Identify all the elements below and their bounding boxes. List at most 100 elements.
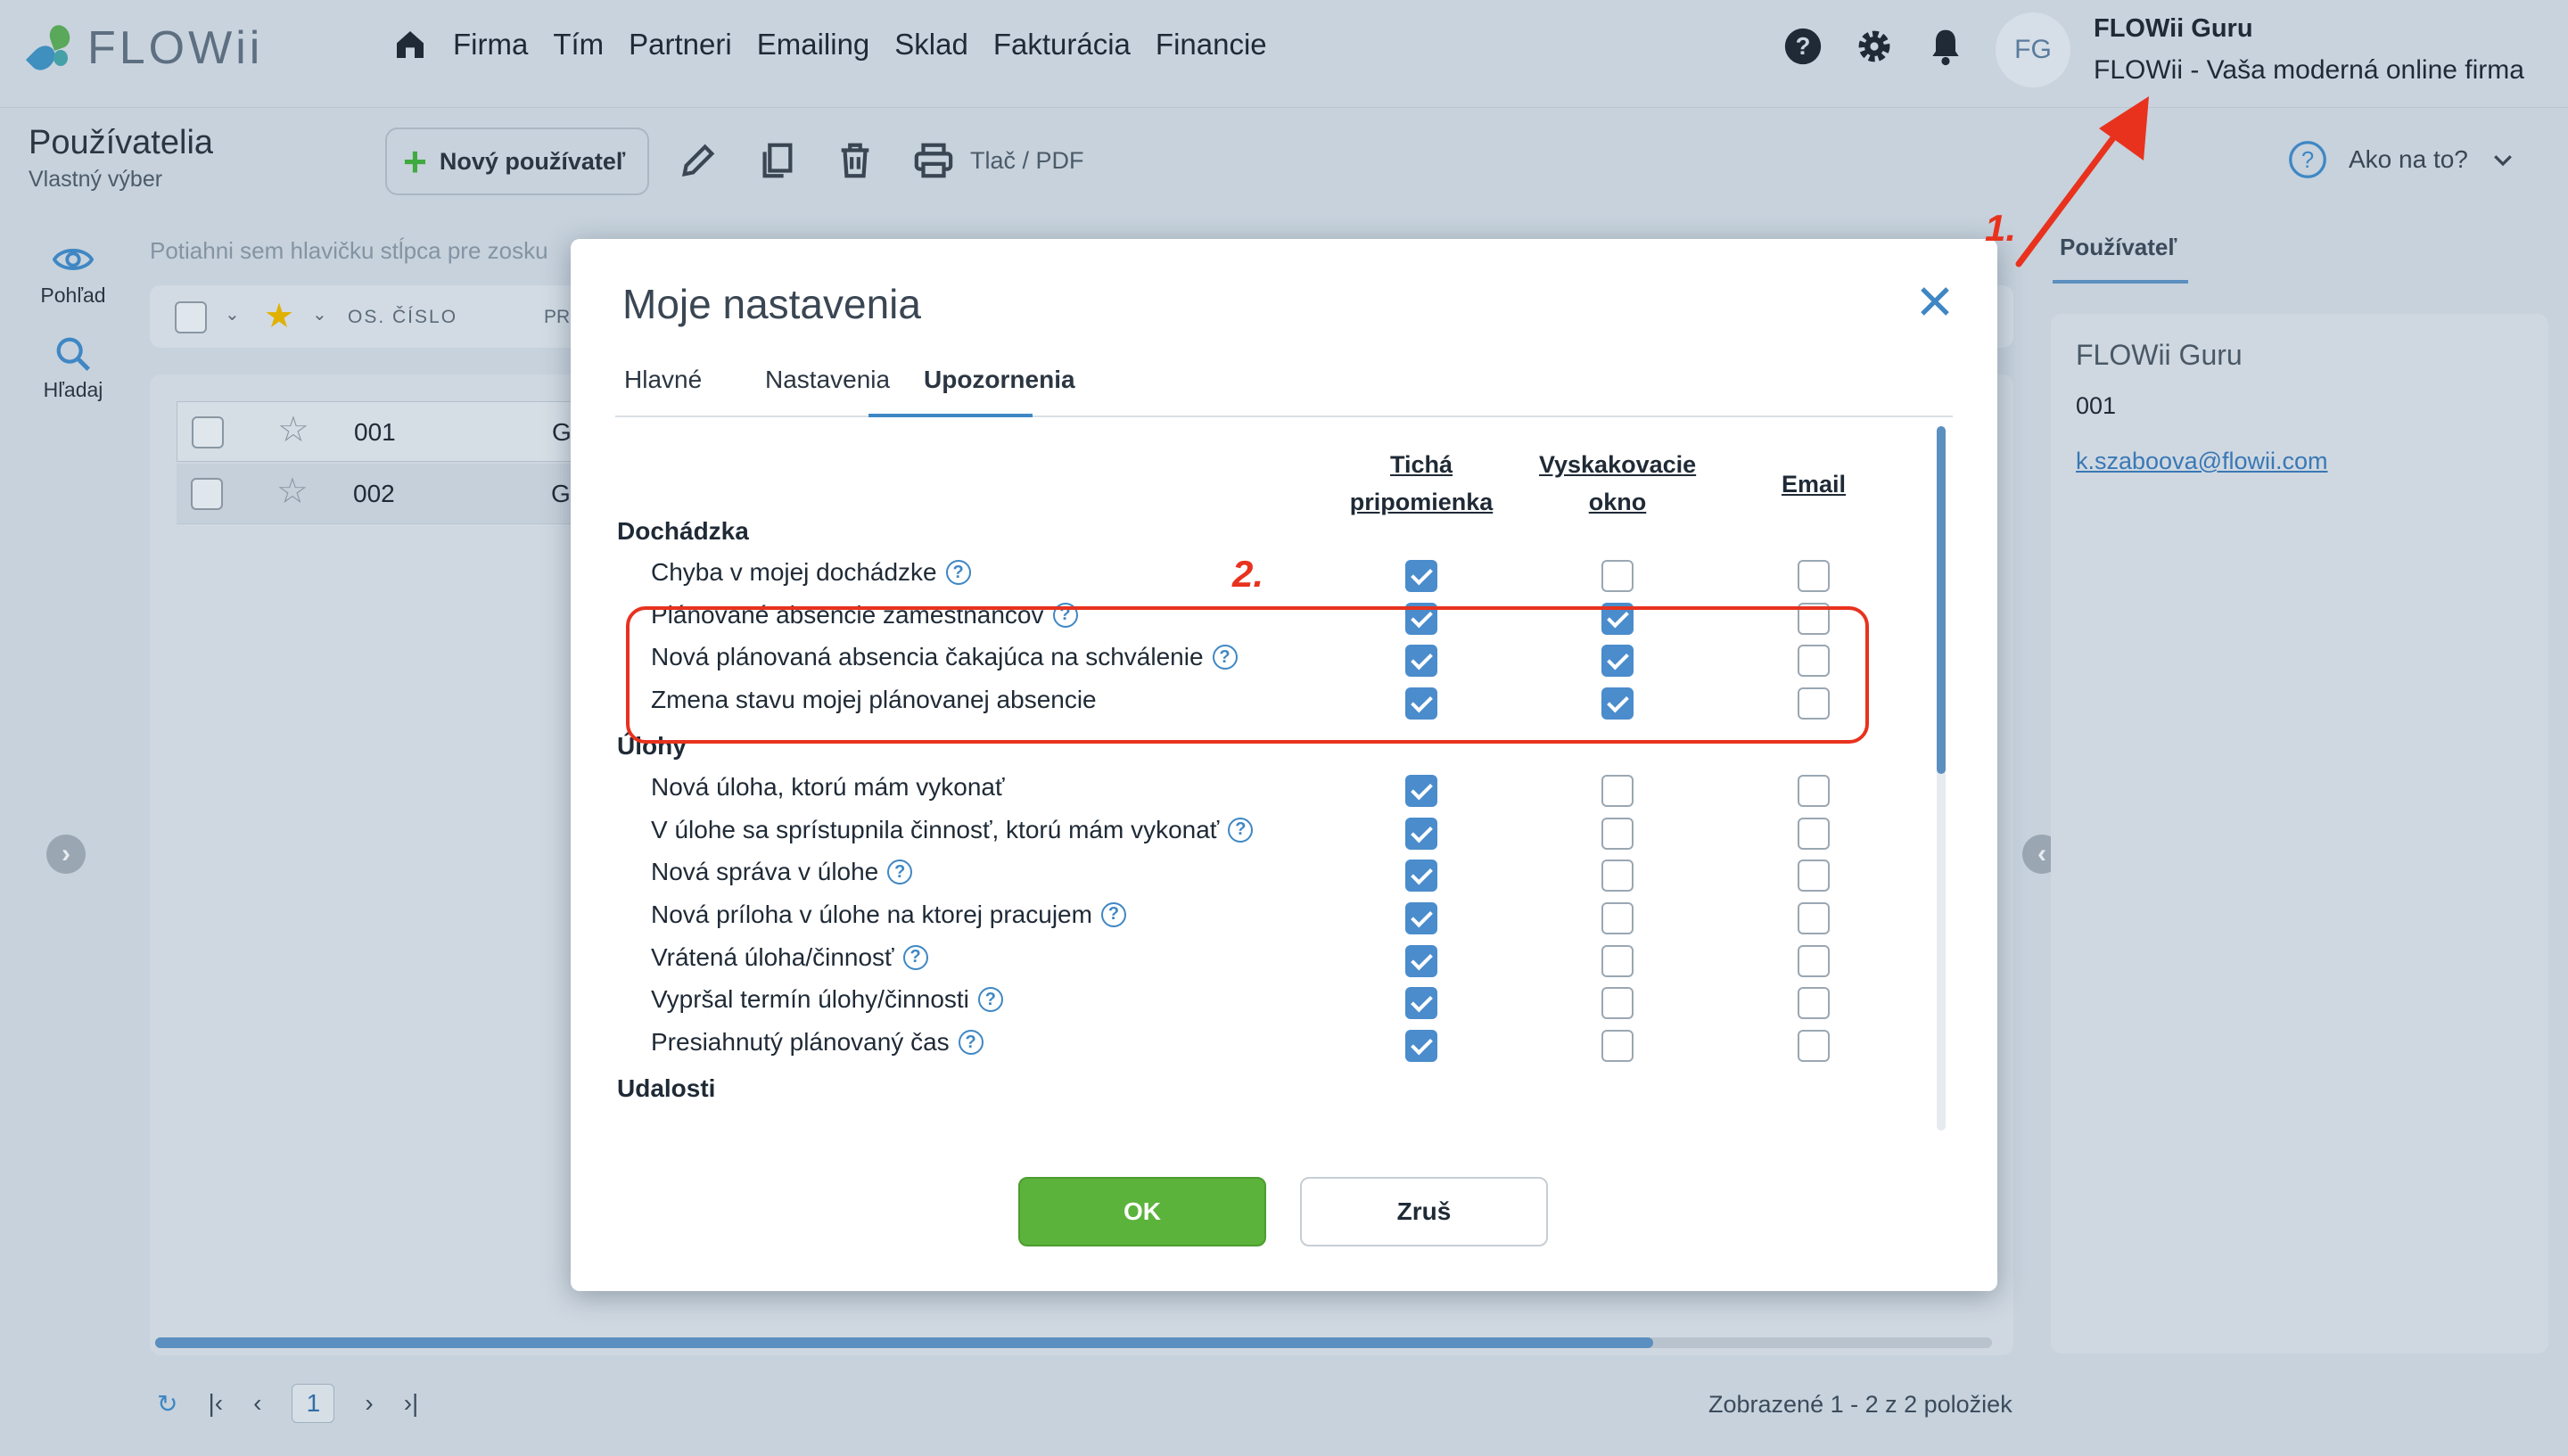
email-checkbox[interactable] xyxy=(1798,860,1830,893)
print-pdf-button[interactable]: Tlač / PDF xyxy=(970,147,1084,175)
notification-label-text: Nová správa v úlohe xyxy=(651,858,879,886)
page-number[interactable]: 1 xyxy=(292,1384,335,1423)
table-row[interactable]: ☆ 002 Gu xyxy=(177,464,622,524)
flowii-logo[interactable]: FLOWii xyxy=(25,20,263,77)
popup-checkbox[interactable] xyxy=(1601,1030,1634,1062)
vertical-scrollbar[interactable] xyxy=(1937,426,1946,1131)
row-checkbox[interactable] xyxy=(191,478,223,510)
nav-firma[interactable]: Firma xyxy=(453,28,528,62)
how-to-menu[interactable]: ? Ako na to? xyxy=(2288,140,2516,179)
pencil-icon[interactable] xyxy=(678,140,719,181)
top-bar: FLOWii Firma Tím Partneri Emailing Sklad… xyxy=(0,0,2568,107)
help-circle-icon[interactable]: ? xyxy=(902,944,928,970)
detail-user-email[interactable]: k.szaboova@flowii.com xyxy=(2076,448,2328,475)
popup-checkbox[interactable] xyxy=(1601,560,1634,592)
popup-checkbox[interactable] xyxy=(1601,817,1634,850)
help-circle-icon[interactable]: ? xyxy=(945,560,971,585)
notification-label: Presiahnutý plánovaný čas? xyxy=(651,1028,984,1057)
silent-checkbox[interactable] xyxy=(1405,860,1437,893)
nav-fakturacia[interactable]: Fakturácia xyxy=(993,28,1131,62)
email-checkbox[interactable] xyxy=(1798,1030,1830,1062)
pager-info: Zobrazené 1 - 2 z 2 položiek xyxy=(1708,1391,2012,1418)
ok-button[interactable]: OK xyxy=(1018,1177,1266,1246)
col-header-name[interactable]: PR xyxy=(544,307,570,328)
view-button[interactable]: Pohľad xyxy=(36,239,111,308)
last-page-icon[interactable]: ›| xyxy=(404,1389,419,1418)
new-user-label: Nový používateľ xyxy=(439,147,626,175)
new-user-button[interactable]: + Nový používateľ xyxy=(385,128,649,195)
detail-user-name: FLOWii Guru xyxy=(2076,339,2243,371)
row-checkbox[interactable] xyxy=(192,416,224,448)
select-all-checkbox[interactable] xyxy=(175,301,207,333)
avatar[interactable]: FG xyxy=(1996,12,2070,87)
how-to-label: Ako na to? xyxy=(2349,145,2468,173)
popup-checkbox[interactable] xyxy=(1601,774,1634,807)
trash-icon[interactable] xyxy=(835,140,876,181)
popup-checkbox[interactable] xyxy=(1601,901,1634,934)
chevron-down-icon[interactable]: ⌄ xyxy=(225,303,240,325)
nav-financie[interactable]: Financie xyxy=(1156,28,1267,62)
star-outline-icon[interactable]: ☆ xyxy=(276,471,309,512)
email-checkbox[interactable] xyxy=(1798,817,1830,850)
help-circle-icon[interactable]: ? xyxy=(1100,901,1126,927)
email-checkbox[interactable] xyxy=(1798,944,1830,977)
home-icon[interactable] xyxy=(392,27,428,62)
silent-checkbox[interactable] xyxy=(1405,944,1437,977)
notification-label-text: Vrátená úloha/činnosť xyxy=(651,942,894,971)
row-id: 001 xyxy=(354,418,396,446)
nav-tim[interactable]: Tím xyxy=(553,28,604,62)
email-checkbox[interactable] xyxy=(1798,774,1830,807)
nav-sklad[interactable]: Sklad xyxy=(894,28,968,62)
popup-checkbox[interactable] xyxy=(1601,860,1634,893)
silent-checkbox[interactable] xyxy=(1405,987,1437,1020)
nav-emailing[interactable]: Emailing xyxy=(757,28,870,62)
help-circle-icon[interactable]: ? xyxy=(977,987,1003,1013)
popup-checkbox[interactable] xyxy=(1601,944,1634,977)
chevron-down-icon xyxy=(2493,155,2512,167)
star-outline-icon[interactable]: ☆ xyxy=(277,409,309,450)
star-icon[interactable]: ★ xyxy=(264,296,294,336)
notification-label-text: Nová úloha, ktorú mám vykonať xyxy=(651,772,1005,801)
silent-checkbox[interactable] xyxy=(1405,774,1437,807)
chevron-down-icon[interactable]: ⌄ xyxy=(312,303,327,325)
printer-icon[interactable] xyxy=(913,140,954,181)
prev-page-icon[interactable]: ‹ xyxy=(253,1389,261,1418)
notification-label: Chyba v mojej dochádzke? xyxy=(651,558,971,587)
help-icon[interactable]: ? xyxy=(1783,27,1823,66)
tab-nastavenia[interactable]: Nastavenia xyxy=(765,366,890,394)
email-checkbox[interactable] xyxy=(1798,901,1830,934)
gear-icon[interactable] xyxy=(1855,27,1894,66)
copy-icon[interactable] xyxy=(756,140,797,181)
col-header-id[interactable]: OS. ČÍSLO xyxy=(348,307,457,328)
notification-label-text: Chyba v mojej dochádzke xyxy=(651,558,937,586)
nav-partneri[interactable]: Partneri xyxy=(629,28,732,62)
popup-checkbox[interactable] xyxy=(1601,987,1634,1020)
tab-hlavne[interactable]: Hlavné xyxy=(624,366,702,394)
search-button[interactable]: Hľadaj xyxy=(36,333,111,402)
refresh-icon[interactable]: ↻ xyxy=(157,1389,177,1419)
silent-checkbox[interactable] xyxy=(1405,1030,1437,1062)
expand-left-arrow[interactable]: › xyxy=(46,835,86,874)
first-page-icon[interactable]: |‹ xyxy=(208,1389,223,1418)
row-id: 002 xyxy=(353,480,395,507)
bell-icon[interactable] xyxy=(1926,27,1965,66)
silent-checkbox[interactable] xyxy=(1405,817,1437,850)
next-page-icon[interactable]: › xyxy=(365,1389,373,1418)
silent-checkbox[interactable] xyxy=(1405,901,1437,934)
user-name[interactable]: FLOWii Guru xyxy=(2094,14,2253,44)
table-row[interactable]: ☆ 001 Gu xyxy=(177,401,622,462)
toolbar: Používatelia Vlastný výber + Nový použív… xyxy=(0,107,2568,214)
help-circle-icon[interactable]: ? xyxy=(1228,817,1254,843)
active-tab-underline xyxy=(868,414,1033,417)
help-circle-icon[interactable]: ? xyxy=(887,860,913,885)
cancel-button[interactable]: Zruš xyxy=(1300,1177,1548,1246)
close-icon[interactable] xyxy=(1914,280,1956,323)
tab-upozornenia[interactable]: Upozornenia xyxy=(924,366,1075,394)
silent-checkbox[interactable] xyxy=(1405,560,1437,592)
annotation-arrow-icon xyxy=(2015,96,2149,267)
pager: ↻ |‹ ‹ 1 › ›| xyxy=(157,1384,418,1423)
help-circle-icon[interactable]: ? xyxy=(958,1030,984,1055)
horizontal-scrollbar[interactable] xyxy=(155,1337,1992,1348)
email-checkbox[interactable] xyxy=(1798,560,1830,592)
email-checkbox[interactable] xyxy=(1798,987,1830,1020)
